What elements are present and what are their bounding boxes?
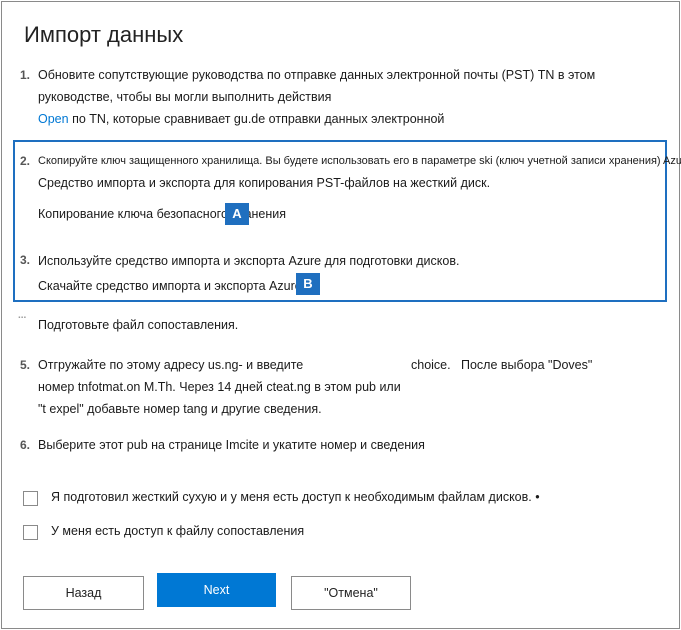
step-5-line-1a: Отгружайте по этому адресу us.ng- и введ… — [38, 358, 304, 372]
step-1-number: 1. — [20, 68, 31, 82]
step-5-line-3: "t expel" добавьте номер tang и другие с… — [38, 402, 322, 416]
step-5-line-1c: После выбора "Doves" — [461, 358, 593, 372]
mapping-file-label: У меня есть доступ к файлу сопоставления — [51, 524, 305, 538]
step-6-text: Выберите этот pub на странице Imcite и у… — [38, 438, 425, 452]
step-5-line-1b: choice. — [411, 358, 451, 372]
step-3-line-1: Используйте средство импорта и экспорта … — [38, 254, 460, 268]
step-1-line-1: Обновите сопутствующие руководства по от… — [38, 68, 596, 82]
step-5-number: 5. — [20, 358, 31, 372]
step-1-line-3: Open по TN, которые сравнивает gu.de отп… — [38, 108, 595, 130]
cancel-button[interactable]: "Отмена" — [291, 576, 411, 610]
step-4-number: ... — [18, 310, 27, 321]
step-4-text: Подготовьте файл сопоставления. — [38, 318, 239, 332]
next-button[interactable]: Next — [157, 573, 276, 607]
callout-a-badge: A — [225, 203, 249, 225]
mapping-file-checkbox[interactable] — [23, 525, 38, 540]
step-2-line-1: Скопируйте ключ защищенного хранилища. В… — [38, 155, 681, 167]
step-5-line-2: номер tnfotmat.on M.Th. Через 14 дней ct… — [38, 380, 401, 394]
back-button[interactable]: Назад — [23, 576, 144, 610]
step-2-line-2: Средство импорта и экспорта для копирова… — [38, 176, 491, 190]
step-1-line-2: руководстве, чтобы вы могли выполнить де… — [38, 90, 332, 104]
callout-b-badge: B — [296, 273, 320, 295]
open-link[interactable]: Open — [38, 112, 69, 126]
drive-ready-label: Я подготовил жесткий сухую и у меня есть… — [51, 490, 540, 504]
step-3-number: 3. — [20, 253, 31, 267]
step-6-number: 6. — [20, 438, 31, 452]
dialog-title: Импорт данных — [24, 22, 184, 47]
step-1-text: Обновите сопутствующие руководства по от… — [38, 64, 595, 130]
drive-ready-checkbox[interactable] — [23, 491, 38, 506]
download-import-export-tool-link[interactable]: Скачайте средство импорта и экспорта Azu… — [38, 275, 302, 297]
step-2-number: 2. — [20, 154, 31, 168]
step-1-line-3-rest: по TN, которые сравнивает gu.de отправки… — [72, 112, 445, 126]
